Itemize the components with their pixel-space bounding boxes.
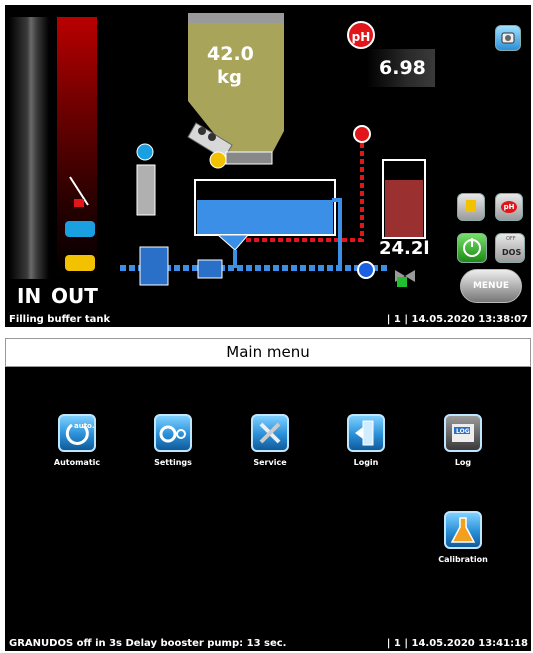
dos-toggle-button[interactable]: OFF DOS <box>495 233 525 263</box>
out-level-bar <box>57 17 97 279</box>
menu-item-settings-label: Settings <box>154 458 192 467</box>
gears-icon <box>154 414 192 452</box>
status-datetime: | 1 | 14.05.2020 13:38:07 <box>386 314 528 325</box>
menu-item-login-label: Login <box>353 458 379 467</box>
menu-item-automatic-label: Automatic <box>53 458 101 467</box>
water-pump-icon <box>65 221 95 237</box>
flask-icon <box>444 511 482 549</box>
in-label: IN <box>17 284 42 308</box>
hopper-weight-unit: kg <box>217 67 242 88</box>
menu-item-calibration-label: Calibration <box>438 555 488 564</box>
dos-off-label: OFF <box>506 236 516 242</box>
status-bar: Filling buffer tank | 1 | 14.05.2020 13:… <box>5 312 531 327</box>
auto-icon-text: auto. <box>74 422 94 430</box>
log-book-icon: LOG <box>444 414 482 452</box>
status-datetime: | 1 | 14.05.2020 13:41:18 <box>386 638 528 649</box>
page-title: Main menu <box>5 338 531 367</box>
process-screen: IN OUT 42.0 kg pH 6.98 24.2l pH OFF DOS … <box>5 5 531 327</box>
hopper-cycle-icon <box>466 200 476 212</box>
log-icon-text: LOG <box>456 428 470 435</box>
door-icon <box>347 414 385 452</box>
menu-item-log-label: Log <box>454 458 472 467</box>
main-menu-screen: Main menu auto. Automatic Settings Servi… <box>5 338 531 651</box>
menu-item-service[interactable]: Service <box>235 414 305 467</box>
status-message: Filling buffer tank <box>9 314 111 325</box>
out-label: OUT <box>51 284 98 308</box>
status-bar: GRANUDOS off in 3s Delay booster pump: 1… <box>5 636 531 651</box>
ph-cycle-icon: pH <box>501 201 517 213</box>
menu-item-log[interactable]: LOG Log <box>428 414 498 467</box>
power-button[interactable] <box>457 233 487 263</box>
dosing-pump-icon <box>65 255 95 271</box>
water-tap-icon <box>68 175 90 209</box>
menu-item-settings[interactable]: Settings <box>138 414 208 467</box>
dos-label: DOS <box>502 248 522 257</box>
ph-sensor-badge: pH <box>347 21 375 49</box>
menu-item-calibration[interactable]: Calibration <box>428 511 498 564</box>
menu-button[interactable]: MENUE <box>460 269 522 303</box>
menu-item-service-label: Service <box>253 458 287 467</box>
hopper-weight-value: 42.0 <box>207 43 254 65</box>
power-icon <box>463 238 481 257</box>
tank-volume-value: 24.2l <box>379 238 430 259</box>
in-level-bar <box>9 17 49 279</box>
valve-open-indicator <box>397 277 407 287</box>
menu-item-automatic[interactable]: auto. Automatic <box>42 414 112 467</box>
tools-icon <box>251 414 289 452</box>
ph-cycle-button[interactable]: pH <box>495 193 523 221</box>
red-pump-indicator <box>353 125 371 143</box>
hopper-refill-button[interactable] <box>457 193 485 221</box>
screen-refresh-button[interactable] <box>495 25 521 51</box>
process-diagram <box>120 135 426 286</box>
auto-refresh-icon: auto. <box>58 414 96 452</box>
refresh-icon <box>501 32 515 44</box>
ph-value: 6.98 <box>367 49 435 87</box>
blue-pump-indicator <box>357 261 375 279</box>
menu-item-login[interactable]: Login <box>331 414 401 467</box>
menu-button-label: MENUE <box>472 281 510 291</box>
status-message: GRANUDOS off in 3s Delay booster pump: 1… <box>9 638 287 649</box>
